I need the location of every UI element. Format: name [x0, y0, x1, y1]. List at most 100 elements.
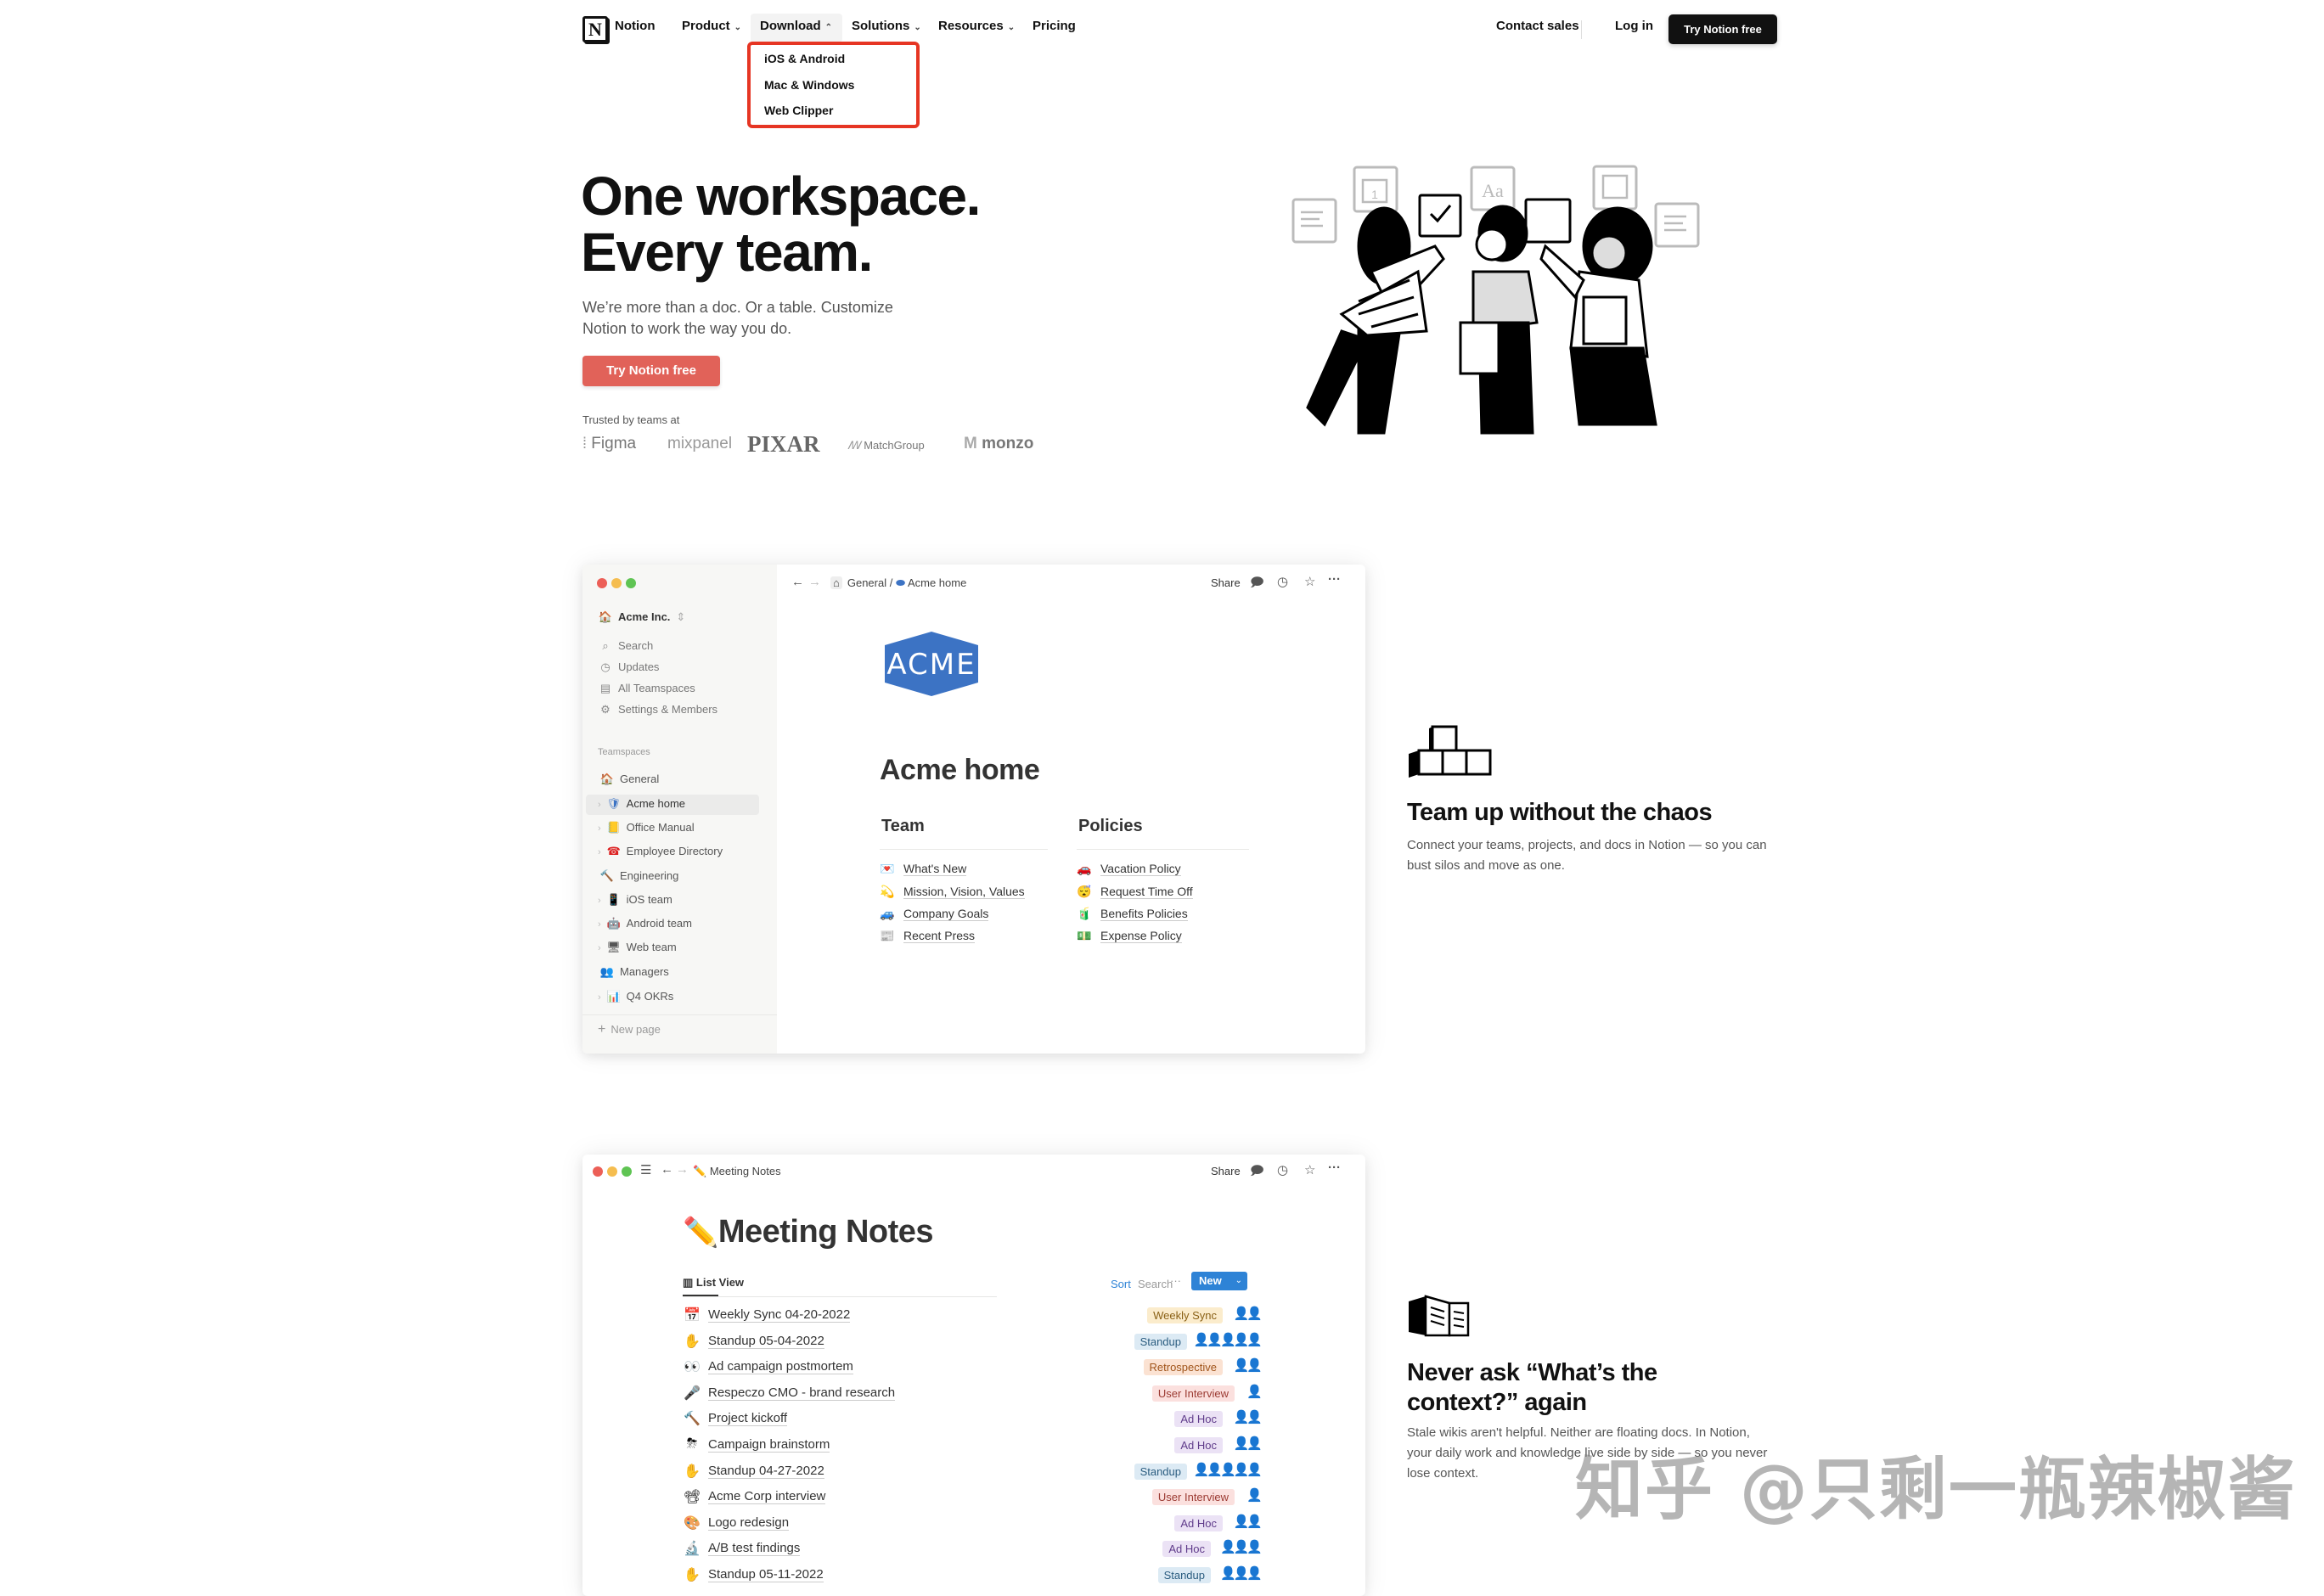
share-button[interactable]: Share: [1211, 576, 1241, 589]
chevron-down-icon[interactable]: ⌄: [1235, 1272, 1242, 1290]
row-tag: Standup: [1157, 1567, 1211, 1583]
new-page-button[interactable]: + New page: [598, 1022, 661, 1037]
star-icon[interactable]: ☆: [1304, 1162, 1315, 1177]
sidebar-item-all-teamspaces[interactable]: ▤ All Teamspaces: [598, 682, 695, 695]
window-minimize-button[interactable]: [611, 578, 622, 588]
link-whats-new[interactable]: 💌 What's New: [880, 862, 967, 876]
logo-figma: ⁞ Figma: [582, 435, 636, 453]
back-arrow-icon[interactable]: ←: [661, 1162, 673, 1177]
tree-item-managers[interactable]: 👥 Managers: [599, 965, 669, 979]
row-title[interactable]: Standup 05-11-2022: [708, 1567, 824, 1582]
window-close-button[interactable]: [593, 1166, 603, 1177]
tree-item-ios-team[interactable]: › 📱 iOS team: [598, 893, 672, 907]
share-button[interactable]: Share: [1211, 1165, 1241, 1177]
workspace-switcher[interactable]: 🏠 Acme Inc. ⇕: [598, 610, 685, 624]
row-title[interactable]: Respeczo CMO - brand research: [708, 1385, 896, 1401]
nav-download[interactable]: Download ⌃: [760, 19, 832, 33]
search-button[interactable]: Search: [1138, 1278, 1173, 1290]
meeting-row[interactable]: 📽 Acme Corp interview User Interview 👤: [683, 1485, 1263, 1510]
menu-icon[interactable]: ☰: [640, 1162, 651, 1177]
row-title[interactable]: Standup 04-27-2022: [708, 1464, 824, 1479]
link-recent-press[interactable]: 📰 Recent Press: [880, 929, 976, 943]
tree-item-general[interactable]: 🏠 General: [599, 773, 659, 786]
row-avatars: 👤: [1246, 1488, 1263, 1503]
watermark-text: 知乎 @只剩一瓶辣椒酱: [1575, 1450, 2297, 1529]
row-title[interactable]: Ad campaign postmortem: [708, 1359, 853, 1375]
meeting-row[interactable]: ⛈ Campaign brainstorm Ad Hoc 👤👤: [683, 1433, 1263, 1458]
link-vacation-policy[interactable]: 🚗 Vacation Policy: [1077, 862, 1181, 876]
new-button[interactable]: New ⌄: [1191, 1272, 1247, 1290]
meeting-row[interactable]: ✋ Standup 05-11-2022 Standup 👤👤👤: [683, 1563, 1263, 1588]
tree-item-web-team[interactable]: › 🖥 Web team: [598, 941, 677, 954]
more-icon[interactable]: ···: [1328, 1160, 1341, 1175]
meeting-row[interactable]: 🔨 Project kickoff Ad Hoc 👤👤: [683, 1407, 1263, 1432]
menu-item-web-clipper[interactable]: Web Clipper: [764, 104, 833, 117]
menu-item-ios-android[interactable]: iOS & Android: [764, 52, 845, 65]
star-icon[interactable]: ☆: [1304, 574, 1315, 589]
link-mission[interactable]: 💫 Mission, Vision, Values: [880, 885, 1025, 899]
breadcrumb-meeting-notes[interactable]: Meeting Notes: [710, 1165, 781, 1177]
tree-item-q4-okrs[interactable]: › 📊 Q4 OKRs: [598, 990, 673, 1003]
row-title[interactable]: Acme Corp interview: [708, 1489, 826, 1505]
window-close-button[interactable]: [597, 578, 607, 588]
nav-product[interactable]: Product ⌄: [682, 19, 741, 33]
meeting-row[interactable]: ✋ Standup 05-04-2022 Standup 👤👤👤👤👤: [683, 1329, 1263, 1355]
row-title[interactable]: A/B test findings: [708, 1541, 801, 1557]
sidebar-item-updates[interactable]: ◷ Updates: [598, 660, 659, 674]
nav-product-label: Product: [682, 19, 730, 33]
tree-item-office-manual[interactable]: › 📒 Office Manual: [598, 821, 695, 835]
menu-item-mac-windows[interactable]: Mac & Windows: [764, 78, 854, 92]
meeting-row[interactable]: 🔬 A/B test findings Ad Hoc 👤👤👤: [683, 1537, 1263, 1562]
comment-icon[interactable]: 🗩: [1250, 574, 1264, 595]
sort-button[interactable]: Sort: [1111, 1278, 1131, 1290]
back-arrow-icon[interactable]: ←: [791, 575, 804, 589]
list-view-tab[interactable]: ▥ List View: [683, 1276, 744, 1290]
link-expense-policy[interactable]: 💵 Expense Policy: [1077, 929, 1182, 943]
tree-item-employee-directory[interactable]: › ☎ Employee Directory: [598, 845, 723, 858]
try-notion-free-nav-button[interactable]: Try Notion free: [1668, 14, 1777, 44]
brand-name[interactable]: Notion: [615, 19, 655, 33]
nav-solutions[interactable]: Solutions ⌄: [852, 19, 921, 33]
tree-item-engineering[interactable]: 🔨 Engineering: [599, 869, 678, 883]
link-text: Request Time Off: [1100, 885, 1193, 899]
breadcrumb-general[interactable]: General: [847, 576, 886, 589]
chevron-down-icon: ⌄: [1007, 23, 1016, 32]
nav-resources[interactable]: Resources ⌄: [938, 19, 1015, 33]
notion-logo-icon[interactable]: N: [582, 16, 608, 42]
more-icon[interactable]: ···: [1328, 572, 1341, 587]
row-title[interactable]: Campaign brainstorm: [708, 1437, 830, 1453]
row-title[interactable]: Project kickoff: [708, 1411, 788, 1427]
meeting-row[interactable]: 🎤 Respeczo CMO - brand research User Inter…: [683, 1381, 1263, 1407]
breadcrumb-acme-home[interactable]: Acme home: [908, 576, 966, 589]
link-benefits-policies[interactable]: 🧃 Benefits Policies: [1077, 907, 1188, 921]
row-tag: Retrospective: [1143, 1359, 1223, 1376]
meeting-row[interactable]: ✋ Standup 04-27-2022 Standup 👤👤👤👤👤: [683, 1459, 1263, 1485]
log-in-link[interactable]: Log in: [1615, 19, 1653, 33]
meeting-row[interactable]: 👀 Ad campaign postmortem Retrospective 👤👤: [683, 1355, 1263, 1380]
link-request-time-off[interactable]: 😴 Request Time Off: [1077, 885, 1193, 899]
row-title[interactable]: Weekly Sync 04-20-2022: [708, 1307, 851, 1323]
comment-icon[interactable]: 🗩: [1250, 1162, 1264, 1183]
meeting-row[interactable]: 📅 Weekly Sync 04-20-2022 Weekly Sync 👤👤: [683, 1303, 1263, 1329]
window-maximize-button[interactable]: [626, 578, 636, 588]
clock-icon[interactable]: ◷: [1277, 1162, 1288, 1177]
link-company-goals[interactable]: 🚙 Company Goals: [880, 907, 989, 921]
sidebar-item-settings[interactable]: ⚙ Settings & Members: [598, 703, 717, 717]
tree-item-android-team[interactable]: › 🤖 Android team: [598, 917, 692, 930]
nav-divider: [1581, 20, 1582, 39]
contact-sales-link[interactable]: Contact sales: [1496, 19, 1579, 33]
nav-pricing[interactable]: Pricing: [1033, 19, 1076, 33]
window-maximize-button[interactable]: [622, 1166, 632, 1177]
tree-item-label: Android team: [626, 917, 692, 930]
try-notion-free-hero-button[interactable]: Try Notion free: [582, 356, 720, 386]
sidebar-item-search[interactable]: ⌕ Search: [598, 639, 653, 653]
meeting-row[interactable]: 🎨 Logo redesign Ad Hoc 👤👤: [683, 1511, 1263, 1537]
forward-arrow-icon[interactable]: →: [676, 1162, 689, 1177]
forward-arrow-icon[interactable]: →: [808, 575, 821, 589]
row-title[interactable]: Logo redesign: [708, 1515, 790, 1531]
row-title[interactable]: Standup 05-04-2022: [708, 1334, 824, 1349]
tree-item-acme-home[interactable]: › 🛡 Acme home: [598, 797, 685, 811]
window-minimize-button[interactable]: [607, 1166, 617, 1177]
more-options-icon[interactable]: ···: [1170, 1274, 1181, 1287]
clock-icon[interactable]: ◷: [1277, 574, 1288, 589]
